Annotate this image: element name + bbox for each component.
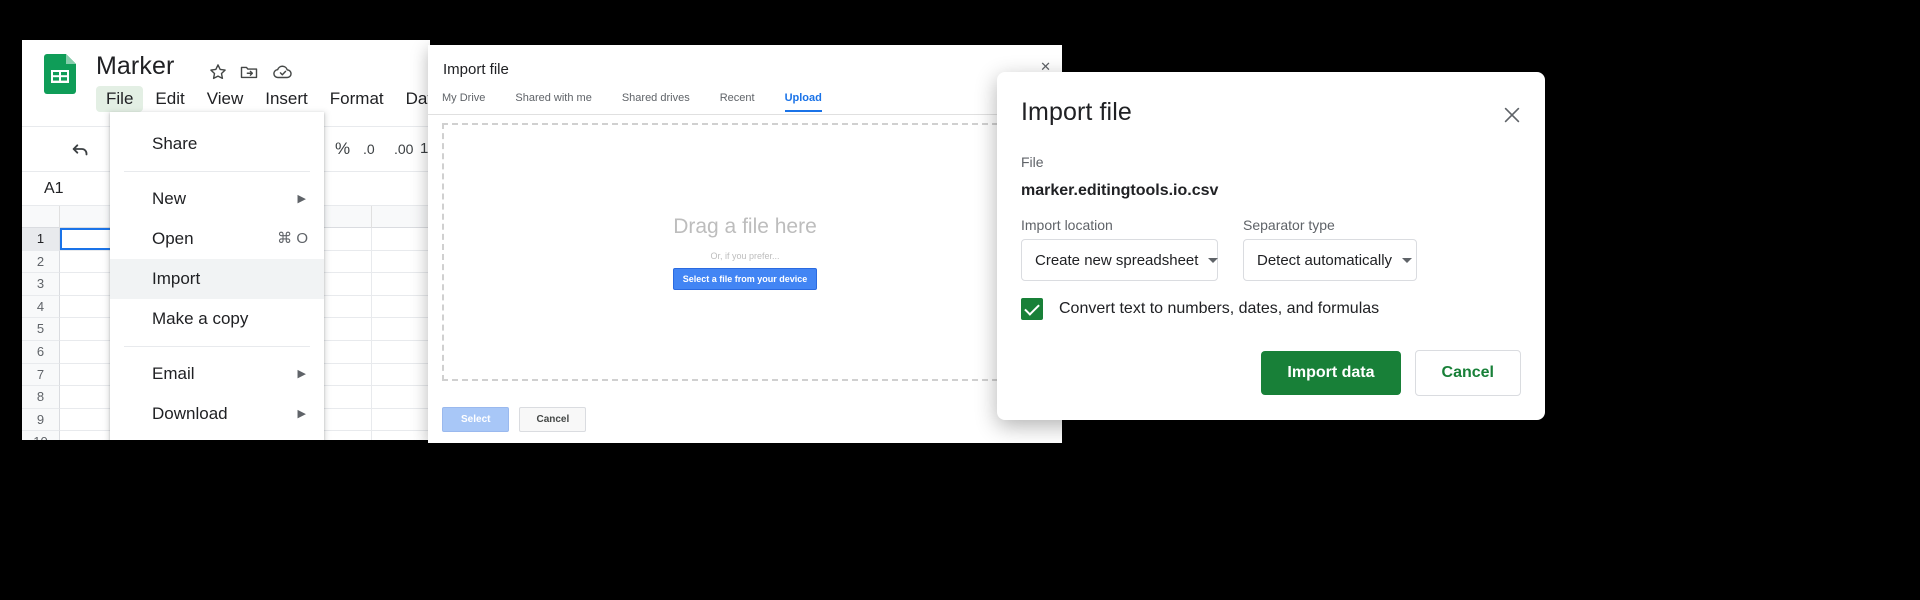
- picker-tabs: My Drive Shared with me Shared drives Re…: [428, 89, 1062, 115]
- menu-option-label: Share: [152, 134, 198, 153]
- decrease-decimal-icon[interactable]: .0: [363, 139, 375, 159]
- increase-decimal-icon[interactable]: .00: [394, 139, 413, 159]
- import-location-select[interactable]: Create new spreadsheet: [1021, 239, 1219, 281]
- document-title[interactable]: Marker: [96, 52, 174, 81]
- menu-item-insert[interactable]: Insert: [255, 86, 318, 112]
- menu-item-edit[interactable]: Edit: [145, 86, 194, 112]
- file-dropdown-menu: Share New ▶ Open ⌘ O Import Make a copy …: [110, 112, 324, 440]
- row-header[interactable]: 1: [22, 228, 60, 251]
- tab-shared-with-me[interactable]: Shared with me: [515, 89, 591, 112]
- convert-text-label: Convert text to numbers, dates, and form…: [1059, 300, 1380, 317]
- grid-cell[interactable]: [372, 341, 430, 363]
- import-location-value: Create new spreadsheet: [1035, 251, 1199, 269]
- grid-cell[interactable]: [372, 228, 430, 250]
- sheets-logo-icon: [44, 54, 76, 94]
- grid-cell[interactable]: [372, 251, 430, 273]
- percent-format-icon[interactable]: %: [335, 139, 350, 159]
- row-header[interactable]: 6: [22, 340, 60, 364]
- menu-separator: [124, 346, 310, 347]
- submenu-arrow-icon: ▶: [297, 368, 306, 380]
- menu-option-label: Make a copy: [152, 309, 249, 328]
- menu-option-make-a-copy[interactable]: Make a copy: [110, 299, 324, 339]
- star-icon[interactable]: [208, 62, 228, 82]
- drive-picker-dialog: Import file ✕ My Drive Shared with me Sh…: [428, 45, 1062, 443]
- menu-item-file[interactable]: File: [96, 86, 144, 112]
- submenu-arrow-icon: ▶: [298, 434, 306, 440]
- grid-cell[interactable]: [372, 409, 430, 431]
- convert-text-checkbox[interactable]: [1021, 298, 1043, 320]
- menu-item-format[interactable]: Format: [320, 86, 394, 112]
- grid-corner-cell[interactable]: [22, 206, 60, 228]
- menu-item-view[interactable]: View: [197, 86, 254, 112]
- grid-cell[interactable]: [372, 431, 430, 440]
- tab-upload[interactable]: Upload: [784, 89, 823, 112]
- row-header[interactable]: 2: [22, 250, 60, 274]
- tab-recent[interactable]: Recent: [720, 89, 755, 112]
- menu-item-data[interactable]: Data: [396, 86, 430, 112]
- row-header[interactable]: 9: [22, 408, 60, 432]
- import-dialog-actions: Import data Cancel: [1261, 350, 1521, 396]
- row-header[interactable]: 5: [22, 318, 60, 341]
- submenu-arrow-icon: ▶: [297, 193, 306, 205]
- menu-option-label: Download: [152, 404, 228, 423]
- menu-option-new[interactable]: New ▶: [110, 179, 324, 219]
- row-header[interactable]: 3: [22, 273, 60, 296]
- select-file-from-device-button[interactable]: Select a file from your device: [672, 267, 818, 290]
- file-name-value: marker.editingtools.io.csv: [1021, 182, 1219, 199]
- tab-shared-drives[interactable]: Shared drives: [622, 89, 690, 112]
- menu-option-label: New: [152, 189, 187, 208]
- dropzone-subtext: Or, if you prefer...: [710, 250, 780, 261]
- convert-text-row[interactable]: Convert text to numbers, dates, and form…: [1021, 298, 1379, 320]
- sheets-menubar: File Edit View Insert Format Data To: [96, 86, 430, 112]
- saved-to-drive-cloud-icon[interactable]: [272, 62, 292, 82]
- menu-option-shortcut: ⌘ O: [277, 230, 308, 247]
- file-label: File: [1021, 154, 1044, 170]
- separator-type-select[interactable]: Detect automatically: [1243, 239, 1417, 281]
- menu-option-share[interactable]: Share: [110, 124, 324, 164]
- import-dialog-heading: Import file: [1021, 98, 1132, 126]
- import-data-button[interactable]: Import data: [1261, 351, 1401, 395]
- row-header[interactable]: 4: [22, 295, 60, 319]
- menu-option-email[interactable]: Email ▶: [110, 354, 324, 394]
- chevron-down-icon: [1208, 257, 1219, 263]
- menu-option-import[interactable]: Import: [110, 259, 324, 299]
- separator-type-label: Separator type: [1243, 217, 1335, 233]
- row-header[interactable]: 10: [22, 431, 60, 440]
- grid-cell[interactable]: [372, 296, 430, 318]
- sheets-titlebar: Marker: [22, 40, 430, 94]
- column-header-d[interactable]: [372, 206, 430, 228]
- chevron-down-icon: [1402, 257, 1413, 263]
- grid-cell[interactable]: [372, 318, 430, 340]
- grid-cell[interactable]: [372, 273, 430, 295]
- menu-option-version-history[interactable]: Version history ▶: [110, 434, 324, 440]
- row-header[interactable]: 8: [22, 386, 60, 409]
- grid-cell[interactable]: [372, 386, 430, 408]
- undo-icon[interactable]: [70, 138, 92, 160]
- picker-select-button[interactable]: Select: [442, 406, 510, 432]
- picker-title: Import file: [443, 61, 509, 78]
- menu-option-download[interactable]: Download ▶: [110, 394, 324, 434]
- name-box[interactable]: A1: [44, 180, 64, 198]
- import-location-label: Import location: [1021, 217, 1113, 233]
- close-icon[interactable]: [1501, 104, 1523, 126]
- separator-type-value: Detect automatically: [1257, 251, 1393, 269]
- dropzone-headline: Drag a file here: [673, 214, 817, 238]
- menu-option-label: Import: [152, 269, 201, 288]
- menu-option-label: Open: [152, 229, 194, 248]
- menu-option-open[interactable]: Open ⌘ O: [110, 219, 324, 259]
- menu-option-label: Email: [152, 364, 195, 383]
- google-sheets-window: Marker File Edit View Insert Format Da %…: [22, 40, 430, 440]
- menu-separator: [124, 171, 310, 172]
- screenshot-stage: Marker File Edit View Insert Format Da %…: [0, 0, 1920, 600]
- submenu-arrow-icon: ▶: [297, 408, 306, 420]
- row-header[interactable]: 7: [22, 363, 60, 387]
- file-dropzone[interactable]: Drag a file here Or, if you prefer... Se…: [442, 123, 1048, 381]
- grid-cell[interactable]: [372, 364, 430, 386]
- picker-cancel-button[interactable]: Cancel: [519, 406, 587, 432]
- cancel-button[interactable]: Cancel: [1414, 350, 1521, 396]
- picker-footer: Select Cancel: [428, 395, 1062, 443]
- tab-my-drive[interactable]: My Drive: [442, 89, 485, 112]
- move-to-folder-icon[interactable]: [239, 62, 259, 82]
- import-file-dialog: Import file File marker.editingtools.io.…: [997, 72, 1545, 420]
